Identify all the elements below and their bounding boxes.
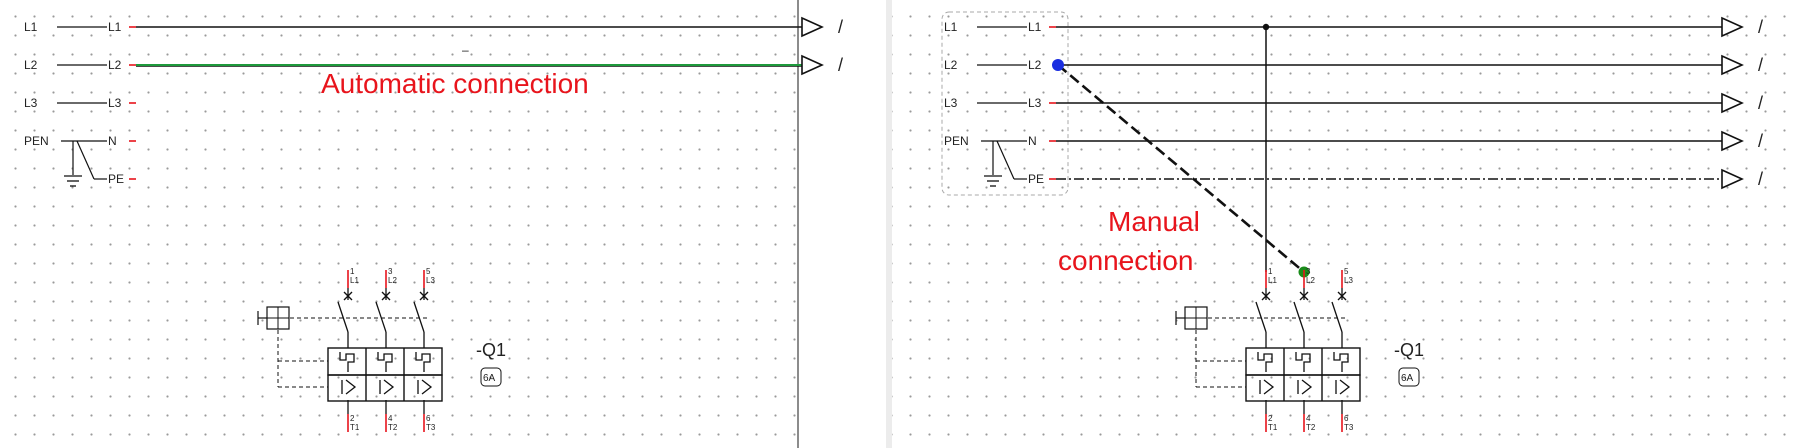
breaker-magnetic-box <box>1245 374 1361 402</box>
source-label-l2: L2 <box>24 58 38 72</box>
terminal-number-top: 5 <box>1344 267 1349 276</box>
arrow-l2 <box>1721 54 1744 76</box>
thermal-element <box>339 332 355 372</box>
magnetic-arrow <box>421 379 433 395</box>
device-rating: 6A <box>1401 373 1414 384</box>
terminal-label-bottom: T2 <box>388 423 398 432</box>
switch-contact <box>1293 301 1305 333</box>
terminal-label-bottom: T3 <box>426 423 436 432</box>
left-schematic: L1 L2 L3 PEN L1 L2 L3 N PE – Automatic c… <box>24 16 843 432</box>
arrow-n <box>1721 130 1744 152</box>
breaker-q1-right[interactable]: 1L1 2T1 3L2 4T2 5L3 6T3 -Q1 6A <box>1175 267 1424 432</box>
arrow-pe <box>1721 168 1744 190</box>
arrow-l1[interactable] <box>801 16 824 38</box>
target-label-pe: PE <box>108 172 124 186</box>
target-label-l3: L3 <box>1028 96 1042 110</box>
arrow-l2[interactable] <box>801 54 824 76</box>
terminal-number-bottom: 4 <box>1306 414 1311 423</box>
target-label-n: N <box>1028 134 1037 148</box>
terminal-label-bottom: T3 <box>1344 423 1354 432</box>
annotation-automatic: Automatic connection <box>321 68 589 99</box>
handle-icon <box>257 306 290 330</box>
terminal-label-top: L2 <box>1306 276 1315 285</box>
source-label-l1: L1 <box>944 20 958 34</box>
source-label-l2: L2 <box>944 58 958 72</box>
target-label-l2: L2 <box>108 58 122 72</box>
device-name: -Q1 <box>1394 340 1424 360</box>
arrow-mark-l2: / <box>838 55 843 75</box>
terminal-number-bottom: 6 <box>426 414 431 423</box>
terminal-number-bottom: 4 <box>388 414 393 423</box>
left-diagram: L1 L2 L3 PEN L1 L2 L3 N PE – Automatic c… <box>24 11 1763 432</box>
junction-dot <box>1262 23 1270 31</box>
magnetic-arrow <box>1339 379 1351 395</box>
device-name: -Q1 <box>476 340 506 360</box>
terminal-number-top: 5 <box>426 267 431 276</box>
device-rating: 6A <box>483 373 496 384</box>
switch-contact <box>413 301 425 333</box>
terminal-number-bottom: 2 <box>1268 414 1273 423</box>
thermal-element <box>1333 332 1349 372</box>
breaker-q1-left[interactable]: 1L1 2T1 3L2 4T2 5L3 6T3 -Q1 6A <box>257 267 506 432</box>
thermal-element <box>377 332 393 372</box>
terminal-label-bottom: T1 <box>1268 423 1278 432</box>
breaker-magnetic-box <box>327 374 443 402</box>
right-schematic: L1 L2 L3 PEN L1 L2 L3 N PE Manual connec… <box>941 11 1763 432</box>
magnetic-arrow <box>1263 379 1275 395</box>
thermal-element <box>1257 332 1273 372</box>
terminal-label-top: L3 <box>426 276 435 285</box>
annotation-manual-line1: Manual <box>1108 206 1200 237</box>
ground-icon <box>984 175 1002 187</box>
arrow-mark-l1: / <box>1758 17 1763 37</box>
arrow-l1 <box>1721 16 1744 38</box>
source-label-l3: L3 <box>944 96 958 110</box>
target-label-l2: L2 <box>1028 58 1042 72</box>
terminal-label-bottom: T2 <box>1306 423 1316 432</box>
right-arrow-group <box>1721 16 1744 190</box>
source-label-l1: L1 <box>24 20 38 34</box>
source-label-l3: L3 <box>24 96 38 110</box>
terminal-number-bottom: 6 <box>1344 414 1349 423</box>
switch-contact <box>337 301 349 333</box>
source-label-pen: PEN <box>24 134 49 148</box>
arrow-mark-l2: / <box>1758 55 1763 75</box>
target-label-n: N <box>108 134 117 148</box>
terminal-label-top: L1 <box>1268 276 1277 285</box>
arrow-mark-l1: / <box>838 17 843 37</box>
dash-mark: – <box>462 43 469 57</box>
terminal-number-top: 1 <box>350 267 355 276</box>
source-label-pen: PEN <box>944 134 969 148</box>
magnetic-arrow <box>345 379 357 395</box>
terminal-label-top: L2 <box>388 276 397 285</box>
arrow-l3 <box>1721 92 1744 114</box>
switch-contact <box>375 301 387 333</box>
target-label-pe: PE <box>1028 172 1044 186</box>
switch-contact <box>1331 301 1343 333</box>
thermal-element <box>1295 332 1311 372</box>
terminal-number-top: 3 <box>1306 267 1311 276</box>
start-node-blue[interactable] <box>1052 59 1064 71</box>
handle-icon <box>1175 306 1208 330</box>
target-label-l1: L1 <box>1028 20 1042 34</box>
thermal-element <box>415 332 431 372</box>
target-label-l3: L3 <box>108 96 122 110</box>
ground-icon <box>64 175 82 187</box>
arrow-mark-pe: / <box>1758 169 1763 189</box>
terminal-number-bottom: 2 <box>350 414 355 423</box>
arrow-mark-n: / <box>1758 131 1763 151</box>
target-label-l1: L1 <box>108 20 122 34</box>
terminal-label-bottom: T1 <box>350 423 360 432</box>
switch-contact <box>1255 301 1267 333</box>
terminal-label-top: L1 <box>350 276 359 285</box>
annotation-manual-line2: connection <box>1058 245 1193 276</box>
terminal-number-top: 1 <box>1268 267 1273 276</box>
manual-connection-line[interactable] <box>1057 64 1305 273</box>
terminal-number-top: 3 <box>388 267 393 276</box>
arrow-mark-l3: / <box>1758 93 1763 113</box>
terminal-label-top: L3 <box>1344 276 1353 285</box>
magnetic-arrow <box>383 379 395 395</box>
magnetic-arrow <box>1301 379 1313 395</box>
